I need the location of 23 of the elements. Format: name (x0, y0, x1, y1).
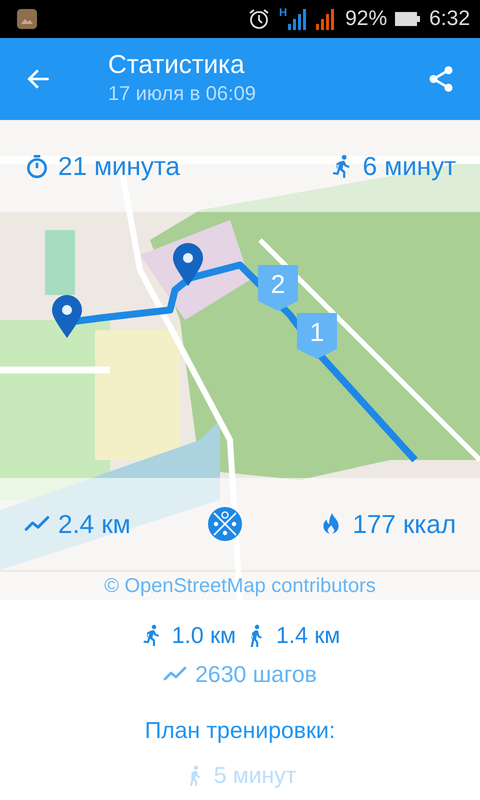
stat-value: 2630 шагов (195, 660, 317, 688)
stat-value: 177 ккал (352, 508, 456, 540)
battery-percent: 92% (345, 6, 388, 32)
stat-value: 1.4 км (276, 621, 340, 650)
alarm-icon (247, 7, 272, 31)
route-marker[interactable]: 1 (297, 313, 337, 359)
plan-title: План тренировки: (144, 716, 336, 745)
gallery-icon (16, 8, 38, 30)
signal-icon (287, 8, 308, 30)
route-marker[interactable]: 2 (258, 265, 298, 311)
stat-value: 2.4 км (58, 508, 131, 540)
screen-title: Статистика (108, 49, 246, 79)
screen-subtitle: 17 июля в 06:09 (108, 82, 256, 107)
stat-value: 21 минута (58, 150, 180, 182)
stat-value: 6 минут (362, 150, 456, 182)
stopwatch-icon (24, 153, 50, 179)
clock-time: 6:32 (429, 6, 470, 32)
battery-icon (395, 11, 422, 27)
stat-value: 5 минут (214, 760, 296, 790)
activity-badge-icon (208, 507, 242, 541)
map-attribution[interactable]: © OpenStreetMap contributors (0, 572, 480, 600)
network-type: H (279, 8, 288, 19)
stat-value: 1.0 км (172, 621, 236, 650)
